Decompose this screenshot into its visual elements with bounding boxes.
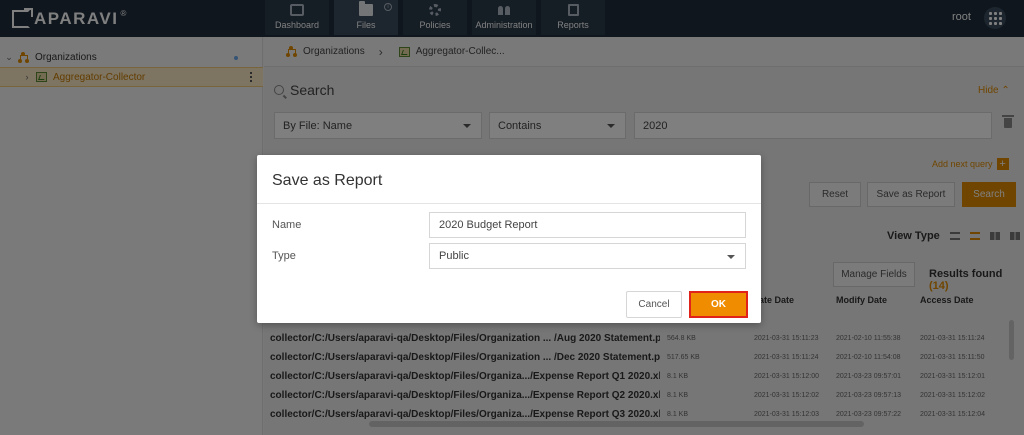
dialog-divider <box>257 203 761 204</box>
name-label: Name <box>272 219 302 231</box>
ok-button[interactable]: OK <box>689 291 748 318</box>
report-type-select[interactable]: Public <box>429 243 746 269</box>
report-name-input[interactable]: 2020 Budget Report <box>429 212 746 238</box>
type-label: Type <box>272 250 296 262</box>
cancel-button[interactable]: Cancel <box>626 291 682 318</box>
dialog-title: Save as Report <box>272 172 383 189</box>
report-name-value: 2020 Budget Report <box>439 219 538 231</box>
save-as-report-dialog: Save as Report Name 2020 Budget Report T… <box>257 155 761 323</box>
dropdown-caret-icon <box>727 255 735 259</box>
report-type-value: Public <box>439 250 469 262</box>
